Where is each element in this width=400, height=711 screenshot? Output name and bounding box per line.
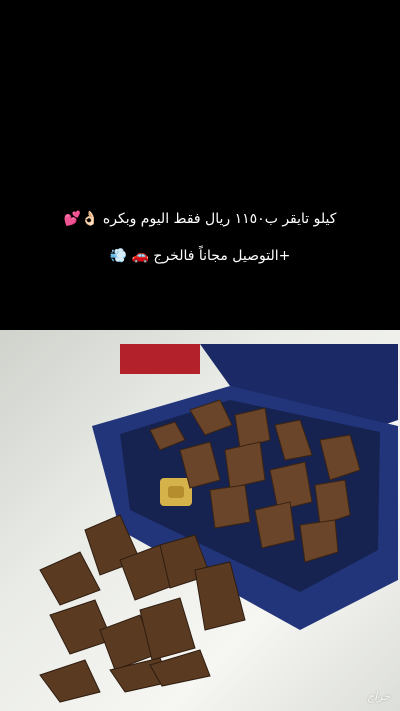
oud-box-illustration [39,344,398,703]
story-frame: كيلو تايقر ب١١٥٠ ريال فقط اليوم وبكره 👌🏻… [0,0,400,711]
caption-line-1: كيلو تايقر ب١١٥٠ ريال فقط اليوم وبكره 👌🏻… [63,211,337,227]
watermark-text: حراج [366,690,390,703]
caption-line-2: +التوصيل مجاناً فالخرج 🚗 💨 [109,248,291,264]
red-cloth [120,344,200,374]
product-photo: حراج [0,330,400,711]
